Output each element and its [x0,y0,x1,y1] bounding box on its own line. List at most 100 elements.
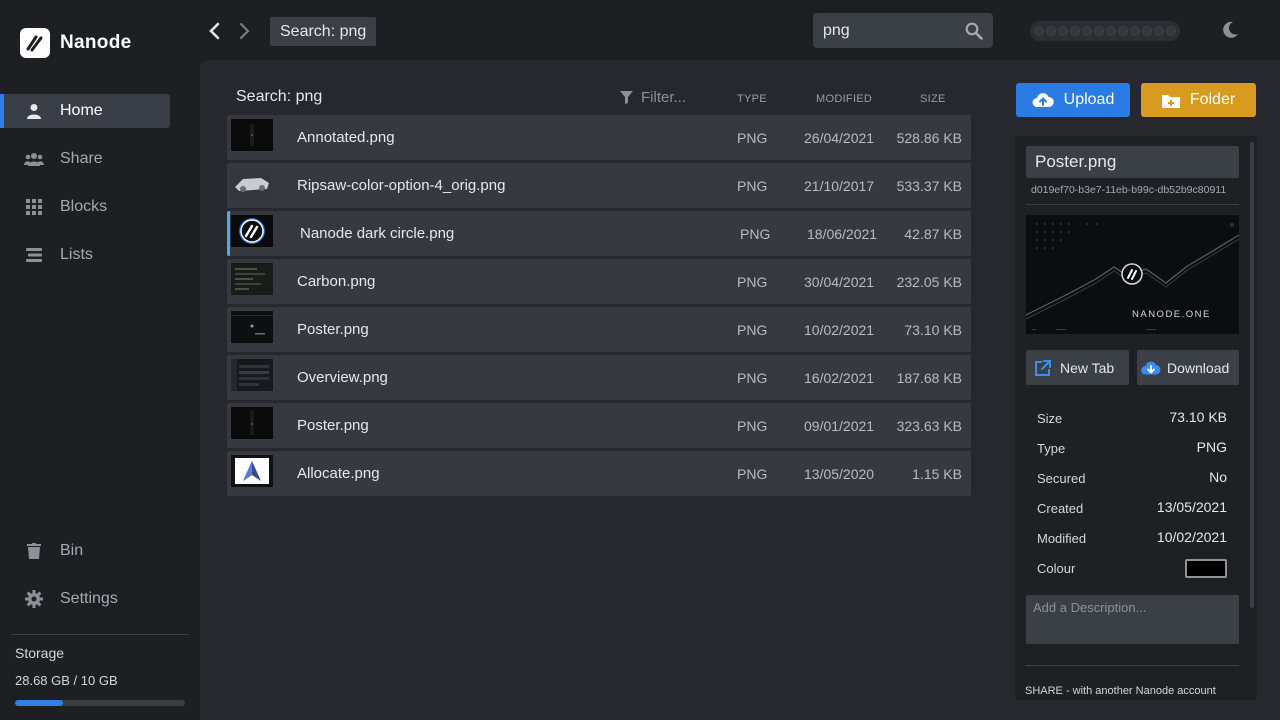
detail-value: PNG [1196,439,1227,455]
new-tab-label: New Tab [1060,359,1115,376]
file-size: 42.87 KB [904,226,962,242]
search-box [813,13,993,48]
description-field[interactable] [1026,595,1239,644]
file-modified: 10/02/2021 [804,322,875,338]
sidebar-item-home[interactable]: Home [0,94,170,128]
file-name: Poster.png [297,417,369,434]
column-header-modified[interactable]: MODIFIED [816,93,872,105]
list-header: Search: png Filter... TYPE MODIFIED SIZE [236,88,972,108]
download-label: Download [1167,359,1230,376]
sidebar-item-blocks[interactable]: Blocks [0,190,170,224]
storage-bar [15,700,185,706]
trash-icon [24,541,44,561]
table-row[interactable]: Poster.png PNG 09/01/2021 323.63 KB [227,403,971,448]
details-scrollbar[interactable] [1250,142,1254,608]
table-row[interactable]: Poster.png PNG 10/02/2021 73.10 KB [227,307,971,352]
sidebar-item-label: Settings [60,590,118,607]
detail-label: Modified [1037,531,1087,546]
cloud-download-icon [1141,361,1161,374]
detail-value: No [1209,469,1227,485]
chevron-left-icon [209,22,220,40]
cloud-upload-icon [1032,93,1054,107]
dot [1058,26,1068,36]
forward-button[interactable] [235,20,255,42]
file-name: Ripsaw-color-option-4_orig.png [297,177,506,194]
detail-label: Colour [1037,561,1076,576]
storage-bar-fill [15,700,63,706]
brand[interactable]: Nanode [20,28,131,58]
table-row[interactable]: Allocate.png PNG 13/05/2020 1.15 KB [227,451,971,496]
detail-secured: Secured No [1037,469,1227,489]
grid-icon [24,197,44,217]
file-thumbnail [231,407,273,439]
file-type: PNG [737,418,768,434]
file-name: Overview.png [297,369,388,386]
file-size: 73.10 KB [904,322,962,338]
column-header-type[interactable]: TYPE [737,93,767,105]
search-input[interactable] [813,21,953,40]
search-icon[interactable] [965,22,983,40]
table-row[interactable]: Overview.png PNG 16/02/2021 187.68 KB [227,355,971,400]
sidebar-item-settings[interactable]: Settings [0,582,170,616]
user-icon [24,101,44,121]
dot [1130,26,1140,36]
preview-caption: NANODE.ONE [1132,309,1211,320]
back-button[interactable] [204,20,224,42]
detail-value: 10/02/2021 [1156,529,1227,545]
file-name: Annotated.png [297,129,395,146]
column-header-size[interactable]: SIZE [920,93,946,105]
detail-size: Size 73.10 KB [1037,409,1227,429]
main-panel: Search: png Filter... TYPE MODIFIED SIZE… [200,60,1280,720]
table-row[interactable]: Carbon.png PNG 30/04/2021 232.05 KB [227,259,971,304]
folder-label: Folder [1189,91,1236,108]
detail-colour: Colour [1037,559,1227,579]
download-button[interactable]: Download [1137,350,1239,385]
sidebar-item-share[interactable]: Share [0,142,170,176]
moon-icon[interactable] [1220,20,1240,40]
dot [1082,26,1092,36]
file-thumbnail [231,215,273,247]
breadcrumb[interactable]: Search: png [270,17,377,46]
colour-picker[interactable] [1185,559,1227,578]
storage-title: Storage [15,645,65,661]
list-title: Search: png [236,88,323,105]
table-row[interactable]: Ripsaw-color-option-4_orig.png PNG 21/10… [227,163,971,208]
sidebar-item-label: Bin [60,542,84,559]
dot [1118,26,1128,36]
file-thumbnail [231,311,273,343]
storage-value: 28.68 GB / 10 GB [15,673,118,688]
sidebar-item-bin[interactable]: Bin [0,534,170,568]
storage-panel: Storage 28.68 GB / 10 GB [11,634,189,706]
file-modified: 16/02/2021 [804,370,875,386]
sidebar-item-lists[interactable]: Lists [0,238,170,272]
detail-type: Type PNG [1037,439,1227,459]
upload-button[interactable]: Upload [1016,83,1130,117]
detail-created: Created 13/05/2021 [1037,499,1227,519]
brand-name: Nanode [60,32,132,53]
file-name: Nanode dark circle.png [300,225,455,242]
file-type: PNG [737,178,768,194]
file-modified: 09/01/2021 [804,418,875,434]
filter-button[interactable]: Filter... [620,89,686,106]
table-row[interactable]: Annotated.png PNG 26/04/2021 528.86 KB [227,115,971,160]
file-preview: NANODE.ONE [1026,215,1239,334]
detail-label: Size [1037,411,1063,426]
detail-label: Secured [1037,471,1086,486]
new-folder-button[interactable]: Folder [1141,83,1256,117]
file-name: Carbon.png [297,273,376,290]
file-modified: 26/04/2021 [804,130,875,146]
file-name: Poster.png [297,321,369,338]
file-size: 533.37 KB [896,178,962,194]
dot [1070,26,1080,36]
file-thumbnail [231,119,273,151]
file-name: Allocate.png [297,465,380,482]
open-new-tab-button[interactable]: New Tab [1026,350,1129,385]
external-link-icon [1035,359,1051,376]
nanode-logo-icon [20,28,50,58]
table-row[interactable]: Nanode dark circle.png PNG 18/06/2021 42… [227,211,971,256]
sidebar-item-label: Blocks [60,198,108,215]
dot [1166,26,1176,36]
detail-file-name[interactable]: Poster.png [1026,146,1239,178]
detail-value: 73.10 KB [1169,409,1227,425]
file-size: 1.15 KB [912,466,962,482]
